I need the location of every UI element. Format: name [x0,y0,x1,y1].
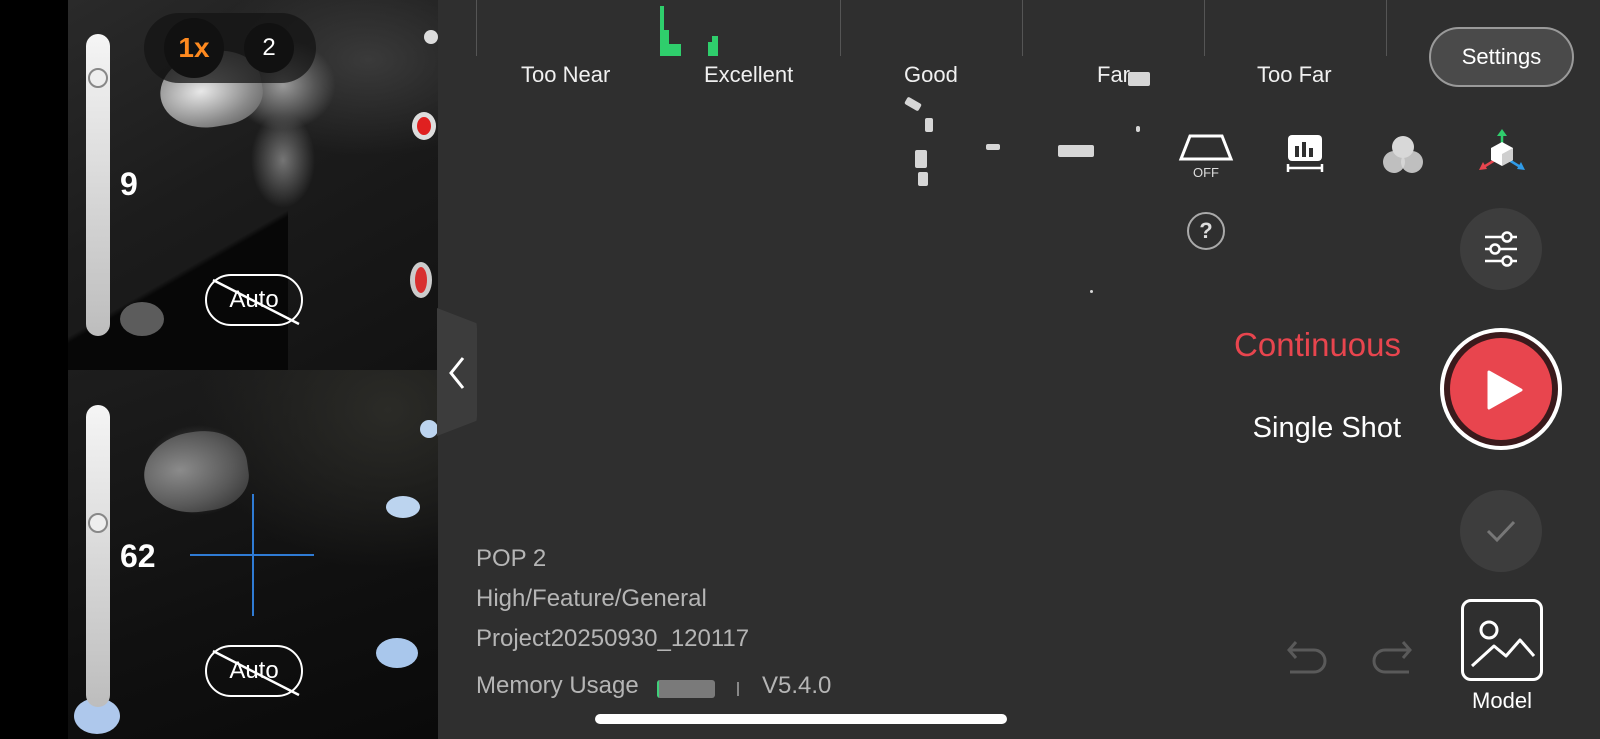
exposure-value-top: 9 [120,166,138,202]
memory-usage-label: Memory Usage [476,672,639,699]
model-label: Model [1472,688,1532,713]
distance-label-far: Far [1097,62,1130,87]
axis-cube-icon[interactable] [1477,128,1527,176]
memory-usage-fill [657,680,660,698]
exposure-slider-top[interactable] [86,34,110,336]
ring-image [138,425,254,519]
marker-dot [120,302,164,336]
exposure-slider-bottom[interactable] [86,405,110,707]
scan-mode-info: High/Feature/General [476,585,707,612]
zoom-2x-button[interactable]: 2 [244,23,294,73]
projector-icon[interactable] [1178,133,1234,163]
start-scan-fill [1450,338,1552,440]
scan-adjust-button[interactable] [1460,208,1542,290]
zoom-selector: 1x 2 [144,13,316,83]
slider-knob[interactable] [88,513,108,533]
chevron-left-icon[interactable] [447,356,467,390]
distance-label-good: Good [904,62,958,87]
histogram-icon[interactable] [1285,133,1325,173]
point-speck [1058,145,1094,157]
auto-exposure-toggle-top[interactable]: Auto [205,274,303,326]
distance-divider [1204,0,1205,56]
auto-exposure-toggle-bottom[interactable]: Auto [205,645,303,697]
zoom-1x-button[interactable]: 1x [164,18,224,78]
point-speck [1128,72,1150,86]
marker-dot [424,30,438,44]
marker-dot [420,420,438,438]
histogram-bar [669,44,681,56]
help-button[interactable]: ? [1187,212,1225,250]
memory-usage-bar [657,680,715,698]
settings-button[interactable]: Settings [1429,27,1574,87]
checkmark-icon [1486,520,1516,543]
distance-divider [840,0,841,56]
divider [737,682,739,696]
slider-knob[interactable] [88,68,108,88]
distance-divider [1022,0,1023,56]
confirm-button[interactable] [1460,490,1542,572]
disabled-strike-icon [212,649,300,697]
model-button[interactable] [1461,599,1543,681]
point-speck [918,172,928,186]
project-name: Project20250930_120117 [476,625,750,652]
point-speck [1090,290,1093,293]
left-edge [0,0,68,739]
distance-label-too-near: Too Near [521,62,611,87]
undo-icon[interactable] [1286,638,1328,680]
distance-label-excellent: Excellent [704,62,794,87]
marker-dot [386,496,420,518]
focus-crosshair [252,494,254,616]
exposure-value-bottom: 62 [120,538,156,574]
sliders-icon [1485,231,1517,267]
distance-divider [1386,0,1387,56]
disabled-strike-icon [212,278,300,326]
redo-icon[interactable] [1371,638,1413,680]
app-version: V5.4.0 [762,672,832,699]
point-speck [915,150,927,168]
home-indicator[interactable] [595,714,1007,724]
point-speck [1136,126,1140,132]
histogram-bar [712,36,718,56]
marker-dot [412,112,436,140]
distance-divider [476,0,477,56]
point-speck [986,144,1000,150]
mode-single-shot[interactable]: Single Shot [1253,412,1401,445]
projector-off-label: OFF [1193,165,1219,180]
image-icon [1470,620,1536,668]
device-name: POP 2 [476,545,547,572]
marker-dot [376,638,418,668]
marker-dot [410,262,432,298]
distance-label-too-far: Too Far [1257,62,1332,87]
mode-continuous[interactable]: Continuous [1234,326,1401,364]
start-scan-button[interactable] [1440,328,1562,450]
play-icon [1487,370,1523,410]
color-icon[interactable] [1380,133,1426,177]
point-speck [925,118,933,132]
